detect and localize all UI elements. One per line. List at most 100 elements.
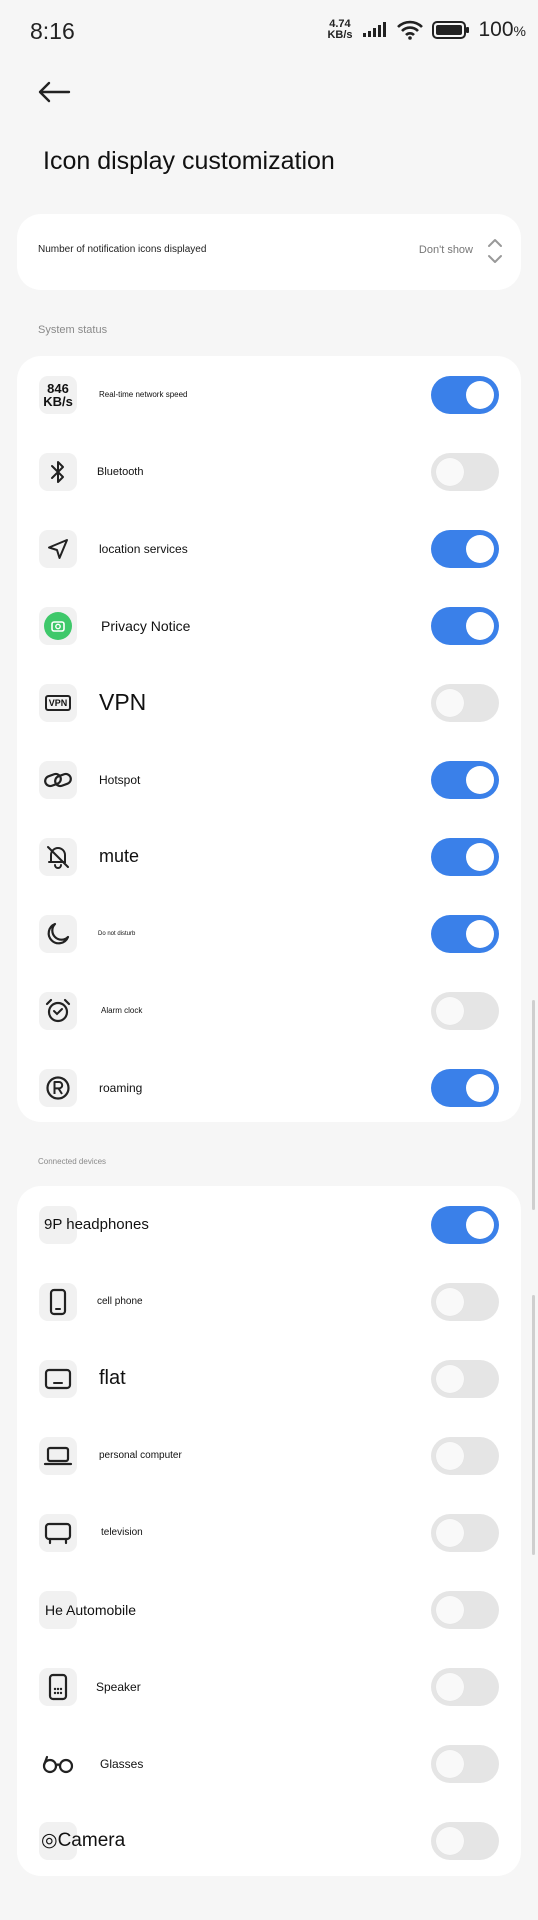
wifi-icon bbox=[396, 20, 423, 40]
toggle-vpn[interactable] bbox=[431, 683, 499, 722]
phone-icon bbox=[39, 1282, 77, 1321]
laptop-icon bbox=[39, 1436, 77, 1475]
toggle-knob bbox=[436, 1749, 464, 1778]
toggle-network-speed[interactable] bbox=[431, 375, 499, 414]
device-item-label: television bbox=[101, 1527, 143, 1538]
toggle-knob bbox=[436, 1441, 464, 1470]
system-item-privacy[interactable]: Privacy Notice bbox=[17, 587, 521, 664]
device-item-label: ◎Camera bbox=[41, 1830, 126, 1851]
toggle-phone[interactable] bbox=[431, 1282, 499, 1321]
vpn-icon: VPN bbox=[39, 683, 77, 722]
toggle-knob bbox=[466, 765, 494, 794]
device-item-label: Glasses bbox=[100, 1756, 144, 1771]
system-item-label: mute bbox=[99, 846, 140, 866]
system-item-label: Real-time network speed bbox=[99, 390, 188, 399]
status-bar: 8:16 4.74 KB/s 100% bbox=[0, 0, 538, 64]
system-item-mute[interactable]: mute bbox=[17, 818, 521, 895]
toggle-alarm[interactable] bbox=[431, 991, 499, 1030]
device-item-speaker[interactable]: Speaker bbox=[17, 1648, 521, 1725]
system-item-label: roaming bbox=[99, 1080, 143, 1095]
status-net-speed-unit: KB/s bbox=[327, 29, 353, 41]
status-net-speed: 4.74 KB/s bbox=[327, 19, 352, 41]
device-item-tv[interactable]: television bbox=[17, 1494, 521, 1571]
mute-icon bbox=[39, 837, 77, 876]
device-item-label: 9P headphones bbox=[44, 1216, 149, 1233]
device-item-camera[interactable]: ◎Camera bbox=[17, 1802, 521, 1879]
back-button[interactable] bbox=[36, 74, 72, 110]
notification-icons-value: Don't show bbox=[418, 244, 473, 256]
device-item-glasses[interactable]: Glasses bbox=[17, 1725, 521, 1802]
system-item-label: location services bbox=[99, 541, 188, 556]
toggle-mute[interactable] bbox=[431, 837, 499, 876]
signal-icon bbox=[362, 22, 386, 37]
battery-percent-sign: % bbox=[513, 23, 526, 39]
toggle-knob bbox=[436, 1518, 464, 1547]
system-item-label: Privacy Notice bbox=[101, 617, 191, 634]
system-item-label: Do not disturb bbox=[98, 930, 136, 937]
system-item-location[interactable]: location services bbox=[17, 510, 521, 587]
device-item-car[interactable]: He Automobile bbox=[17, 1571, 521, 1648]
device-item-label: flat bbox=[99, 1367, 126, 1389]
toggle-knob bbox=[466, 919, 494, 948]
roaming-icon bbox=[39, 1068, 77, 1107]
notification-icons-label: Number of notification icons displayed bbox=[38, 244, 207, 255]
toggle-hotspot[interactable] bbox=[431, 760, 499, 799]
status-time: 8:16 bbox=[30, 18, 75, 44]
toggle-tv[interactable] bbox=[431, 1513, 499, 1552]
battery-percent: 100% bbox=[479, 18, 527, 42]
system-item-roaming[interactable]: roaming bbox=[17, 1049, 521, 1126]
system-status-card: 846 KB/s Real-time network speed Bluetoo… bbox=[17, 356, 521, 1122]
bluetooth-icon bbox=[39, 452, 77, 491]
tv-icon bbox=[39, 1513, 77, 1552]
device-item-computer[interactable]: personal computer bbox=[17, 1417, 521, 1494]
system-item-bluetooth[interactable]: Bluetooth bbox=[17, 433, 521, 510]
scrollbar-thumb[interactable] bbox=[532, 1295, 535, 1555]
device-item-phone[interactable]: cell phone bbox=[17, 1263, 521, 1340]
system-item-network-speed[interactable]: 846 KB/s Real-time network speed bbox=[17, 356, 521, 433]
toggle-knob bbox=[436, 1595, 464, 1624]
toggle-speaker[interactable] bbox=[431, 1667, 499, 1706]
device-item-label: He Automobile bbox=[45, 1601, 137, 1618]
status-icons: 4.74 KB/s 100% bbox=[327, 18, 526, 42]
toggle-glasses[interactable] bbox=[431, 1744, 499, 1783]
scrollbar-track[interactable] bbox=[532, 1000, 535, 1210]
toggle-car[interactable] bbox=[431, 1590, 499, 1629]
page-title: Icon display customization bbox=[43, 147, 335, 175]
alarm-clock-icon bbox=[39, 991, 77, 1030]
back-arrow-icon bbox=[38, 81, 71, 103]
toggle-dnd[interactable] bbox=[431, 914, 499, 953]
system-item-dnd[interactable]: Do not disturb bbox=[17, 895, 521, 972]
toggle-bluetooth[interactable] bbox=[431, 452, 499, 491]
system-item-vpn[interactable]: VPN VPN bbox=[17, 664, 521, 741]
notification-icons-setting[interactable]: Number of notification icons displayed D… bbox=[17, 214, 521, 290]
device-item-label: cell phone bbox=[97, 1296, 143, 1307]
system-item-label: Hotspot bbox=[99, 772, 141, 787]
toggle-roaming[interactable] bbox=[431, 1068, 499, 1107]
section-header-system-status: System status bbox=[38, 324, 108, 336]
toggle-knob bbox=[436, 688, 464, 717]
toggle-knob bbox=[436, 1364, 464, 1393]
toggle-headphones[interactable] bbox=[431, 1205, 499, 1244]
system-item-label: Alarm clock bbox=[101, 1006, 143, 1015]
settings-page: 8:16 4.74 KB/s 100% Icon display customi… bbox=[0, 0, 538, 1920]
toggle-knob bbox=[436, 1826, 464, 1855]
toggle-computer[interactable] bbox=[431, 1436, 499, 1475]
system-item-alarm[interactable]: Alarm clock bbox=[17, 972, 521, 1049]
toggle-location[interactable] bbox=[431, 529, 499, 568]
device-item-tablet[interactable]: flat bbox=[17, 1340, 521, 1417]
connected-devices-card: 9P headphones cell phone flat personal c… bbox=[17, 1186, 521, 1876]
system-item-hotspot[interactable]: Hotspot bbox=[17, 741, 521, 818]
toggle-tablet[interactable] bbox=[431, 1359, 499, 1398]
device-item-headphones[interactable]: 9P headphones bbox=[17, 1186, 521, 1263]
toggle-knob bbox=[466, 534, 494, 563]
toggle-privacy[interactable] bbox=[431, 606, 499, 645]
battery-percent-value: 100 bbox=[478, 18, 514, 41]
toggle-camera[interactable] bbox=[431, 1821, 499, 1860]
device-item-label: Speaker bbox=[96, 1679, 141, 1694]
system-item-label: Bluetooth bbox=[97, 465, 144, 478]
toggle-knob bbox=[466, 842, 494, 871]
location-icon bbox=[39, 529, 77, 568]
toggle-knob bbox=[466, 380, 494, 409]
network-speed-icon: 846 KB/s bbox=[39, 375, 77, 414]
chevron-up-down-icon bbox=[488, 239, 502, 263]
